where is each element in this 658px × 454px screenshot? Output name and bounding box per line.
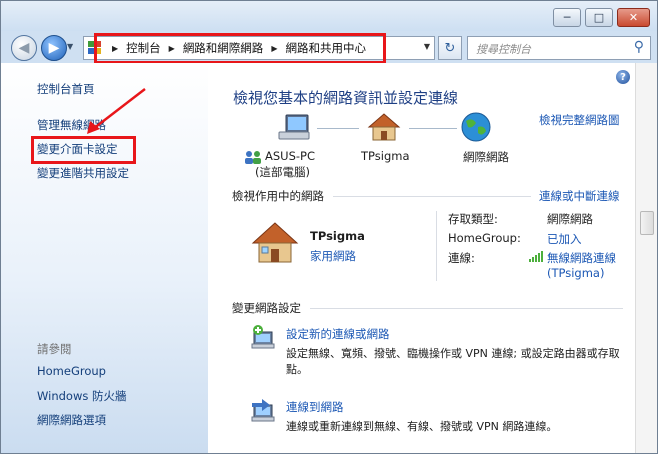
scrollbar-thumb[interactable] [640, 211, 654, 235]
search-placeholder: 搜尋控制台 [476, 43, 531, 56]
this-computer-label: (這部電腦) [255, 165, 310, 179]
homegroup-joined-link[interactable]: 已加入 [547, 231, 582, 247]
adapter-settings-highlight-box [31, 136, 136, 164]
help-icon[interactable]: ? [616, 70, 630, 84]
map-connector [317, 128, 359, 129]
minimize-button[interactable]: ─ [553, 8, 581, 27]
recent-pages-dropdown[interactable]: ▼ [67, 42, 73, 51]
new-connection-icon [251, 325, 275, 349]
active-networks-title: 檢視作用中的網路 [232, 189, 324, 203]
network-details-divider [436, 211, 437, 281]
search-icon[interactable]: ⚲ [634, 39, 644, 55]
control-panel-window: ─ □ ✕ ◀ ▶ ▼ ▶ 控制台 ▶ 網路和網際網路 ▶ 網路和共用中心 ▼ … [0, 0, 658, 454]
connect-to-network-description: 連線或重新連線到無線、有線、撥號或 VPN 網路連線。 [286, 420, 558, 433]
section-divider [333, 196, 531, 197]
map-connector [409, 128, 457, 129]
sidebar-advanced-sharing-settings[interactable]: 變更進階共用設定 [37, 165, 129, 181]
address-dropdown-icon[interactable]: ▼ [424, 42, 430, 51]
active-network-name: TPsigma [310, 229, 365, 243]
setup-new-connection-description: 設定無線、寬頻、撥號、臨機操作或 VPN 連線; 或設定路由器或存取點。 [286, 347, 620, 376]
home-network-large-icon [251, 222, 299, 263]
address-highlight-box [94, 33, 386, 64]
forward-button[interactable]: ▶ [41, 35, 67, 61]
globe-icon [461, 112, 491, 142]
back-button[interactable]: ◀ [11, 35, 37, 61]
section-divider [310, 308, 623, 309]
connect-network-icon [251, 399, 275, 422]
connections-label: 連線: [448, 251, 475, 265]
close-button[interactable]: ✕ [617, 8, 650, 27]
connect-disconnect-link[interactable]: 連線或中斷連線 [539, 188, 620, 204]
connect-to-network-link[interactable]: 連線到網路 [286, 399, 344, 415]
see-also-header: 請參閱 [37, 342, 72, 356]
wireless-signal-icon [529, 251, 543, 262]
refresh-button[interactable]: ↻ [438, 36, 462, 60]
network-users-icon [245, 151, 261, 164]
wireless-ssid-link[interactable]: (TPsigma) [547, 266, 604, 280]
access-type-value: 網際網路 [547, 212, 593, 226]
home-network-icon [367, 113, 401, 141]
vertical-scrollbar[interactable] [635, 63, 657, 453]
page-title: 檢視您基本的網路資訊並設定連線 [233, 89, 459, 107]
network-node-label: TPsigma [361, 149, 410, 163]
computer-icon [278, 114, 310, 140]
computer-name: ASUS-PC [265, 149, 315, 163]
search-box[interactable]: 搜尋控制台 ⚲ [467, 36, 651, 60]
access-type-label: 存取類型: [448, 212, 498, 226]
view-full-map-link[interactable]: 檢視完整網路圖 [539, 112, 620, 128]
internet-node-label: 網際網路 [463, 150, 509, 164]
wireless-connection-link[interactable]: 無線網路連線 [547, 250, 616, 266]
network-type-link[interactable]: 家用網路 [310, 248, 356, 264]
maximize-button[interactable]: □ [585, 8, 613, 27]
change-settings-title: 變更網路設定 [232, 301, 301, 315]
title-bar: ─ □ ✕ [1, 1, 657, 31]
sidebar-windows-firewall[interactable]: Windows 防火牆 [37, 388, 127, 404]
sidebar-homegroup[interactable]: HomeGroup [37, 364, 106, 378]
homegroup-label: HomeGroup: [448, 231, 521, 245]
sidebar-internet-options[interactable]: 網際網路選項 [37, 412, 106, 428]
setup-new-connection-link[interactable]: 設定新的連線或網路 [286, 326, 390, 342]
annotation-arrow [87, 88, 146, 134]
